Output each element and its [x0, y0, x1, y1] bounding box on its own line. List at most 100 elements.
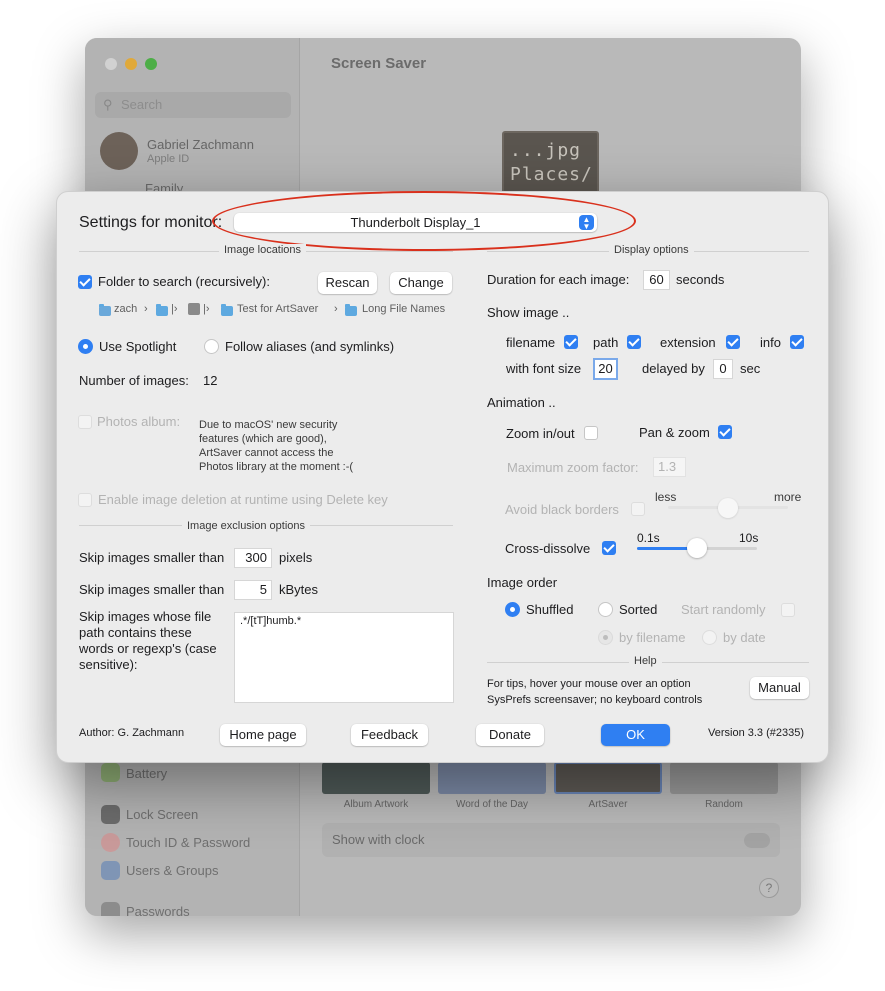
fingerprint-icon [101, 833, 120, 852]
skip-kbytes-field[interactable]: 5 [234, 580, 272, 600]
skip-regex-textarea[interactable]: .*/[tT]humb.* [234, 612, 454, 703]
thumbnail-album-artwork[interactable] [322, 762, 430, 794]
breadcrumb-separator: |› [171, 303, 178, 315]
font-size-field[interactable]: 20 [593, 358, 618, 380]
slider-knob[interactable] [718, 498, 738, 518]
pan-zoom-checkbox[interactable] [718, 425, 732, 439]
avatar[interactable] [100, 132, 138, 170]
path-label: path [593, 335, 619, 350]
breadcrumb-item[interactable]: zach [114, 303, 137, 315]
extension-checkbox[interactable] [726, 335, 740, 349]
start-randomly-checkbox[interactable] [781, 603, 795, 617]
font-size-label: with font size [506, 361, 582, 376]
skip-pixels-field[interactable]: 300 [234, 548, 272, 568]
home-page-button[interactable]: Home page [220, 724, 306, 746]
thumbnail-random[interactable] [670, 762, 778, 794]
help-button[interactable]: ? [759, 878, 779, 898]
monitor-select[interactable]: Thunderbolt Display_1 ▲ ▼ [234, 213, 597, 232]
by-date-label: by date [723, 630, 766, 645]
info-checkbox[interactable] [790, 335, 804, 349]
minimize-window-button[interactable] [125, 58, 137, 70]
folder-icon [221, 304, 233, 316]
section-display-options: Display options [609, 244, 694, 256]
sidebar-item-passwords[interactable]: Passwords [126, 904, 190, 916]
skip-regex-label-line: sensitive): [79, 657, 138, 672]
folder-label: Folder to search (recursively): [98, 274, 270, 289]
preview-line-2: Places/ [510, 164, 593, 185]
enable-deletion-checkbox[interactable] [78, 493, 92, 507]
sidebar-item-battery[interactable]: Battery [126, 766, 167, 781]
zoom-window-button[interactable] [145, 58, 157, 70]
zoom-inout-checkbox[interactable] [584, 426, 598, 440]
monitor-label: Settings for monitor: [79, 214, 223, 231]
by-filename-radio[interactable] [598, 630, 613, 645]
skip-kbytes-label: Skip images smaller than [79, 582, 225, 597]
sorted-radio[interactable] [598, 602, 613, 617]
breadcrumb-separator: |› [203, 303, 210, 315]
sidebar-item-touch-id[interactable]: Touch ID & Password [126, 835, 250, 850]
lock-icon [101, 805, 120, 824]
thumbnail-word-of-the-day[interactable] [438, 762, 546, 794]
monitor-select-value: Thunderbolt Display_1 [350, 215, 481, 230]
delay-field[interactable]: 0 [713, 359, 733, 379]
use-spotlight-label: Use Spotlight [99, 339, 177, 354]
extension-label: extension [660, 335, 716, 350]
avoid-black-checkbox[interactable] [631, 502, 645, 516]
duration-field[interactable]: 60 [643, 270, 670, 290]
enable-deletion-label: Enable image deletion at runtime using D… [98, 492, 388, 507]
num-images-label: Number of images: [79, 373, 189, 388]
use-spotlight-radio[interactable] [78, 339, 93, 354]
path-checkbox[interactable] [627, 335, 641, 349]
avoid-black-label: Avoid black borders [505, 502, 619, 517]
drive-icon [188, 303, 200, 315]
by-date-radio[interactable] [702, 630, 717, 645]
skip-regex-label-line: Skip images whose file [79, 609, 212, 624]
user-name[interactable]: Gabriel Zachmann [147, 137, 254, 152]
max-zoom-field[interactable]: 1.3 [653, 457, 686, 477]
feedback-button[interactable]: Feedback [351, 724, 428, 746]
page-title: Screen Saver [331, 55, 427, 72]
show-with-clock-toggle[interactable] [744, 833, 770, 848]
chevron-updown-icon: ▲ ▼ [579, 215, 594, 231]
change-button[interactable]: Change [390, 272, 452, 294]
cd-max-label: 10s [739, 531, 759, 545]
search-placeholder: Search [121, 97, 163, 112]
tips-text: For tips, hover your mouse over an optio… [487, 676, 702, 708]
shuffled-label: Shuffled [526, 602, 574, 617]
photos-note-line: Due to macOS' new security [199, 419, 338, 431]
settings-dialog: Settings for monitor: Thunderbolt Displa… [56, 191, 829, 763]
search-input[interactable]: ⚲ Search [95, 92, 291, 118]
pan-zoom-label: Pan & zoom [639, 425, 710, 440]
info-label: info [760, 335, 781, 350]
donate-button[interactable]: Donate [476, 724, 544, 746]
skip-regex-label: Skip images whose file path contains the… [79, 609, 217, 673]
thumbnail-artsaver[interactable] [554, 762, 662, 794]
photos-album-label: Photos album: [97, 414, 181, 429]
thumbnail-label: ArtSaver [588, 799, 628, 810]
rescan-button[interactable]: Rescan [318, 272, 377, 294]
slider-knob[interactable] [687, 538, 707, 558]
manual-button[interactable]: Manual [750, 677, 809, 699]
filename-label: filename [506, 335, 556, 350]
delayed-by-label: delayed by [642, 361, 705, 376]
sidebar-item-users-groups[interactable]: Users & Groups [126, 863, 218, 878]
cross-dissolve-checkbox[interactable] [602, 541, 616, 555]
preview-line-1: ...jpg [510, 140, 582, 161]
key-icon [101, 902, 120, 916]
follow-aliases-radio[interactable] [204, 339, 219, 354]
sidebar-item-lock-screen[interactable]: Lock Screen [126, 807, 198, 822]
folder-search-checkbox[interactable] [78, 275, 92, 289]
breadcrumb-item[interactable]: Long File Names [362, 303, 445, 315]
shuffled-radio[interactable] [505, 602, 520, 617]
filename-checkbox[interactable] [564, 335, 578, 349]
max-zoom-label: Maximum zoom factor: [507, 460, 639, 475]
home-folder-icon [99, 304, 111, 316]
breadcrumb-separator: › [144, 303, 148, 315]
breadcrumb-item[interactable]: Test for ArtSaver [237, 303, 318, 315]
close-window-button[interactable] [105, 58, 117, 70]
show-image-label: Show image .. [487, 305, 570, 320]
photos-album-checkbox[interactable] [78, 415, 92, 429]
ok-button[interactable]: OK [601, 724, 670, 746]
version-text: Version 3.3 (#2335) [708, 727, 805, 739]
section-image-exclusion: Image exclusion options [182, 520, 311, 532]
